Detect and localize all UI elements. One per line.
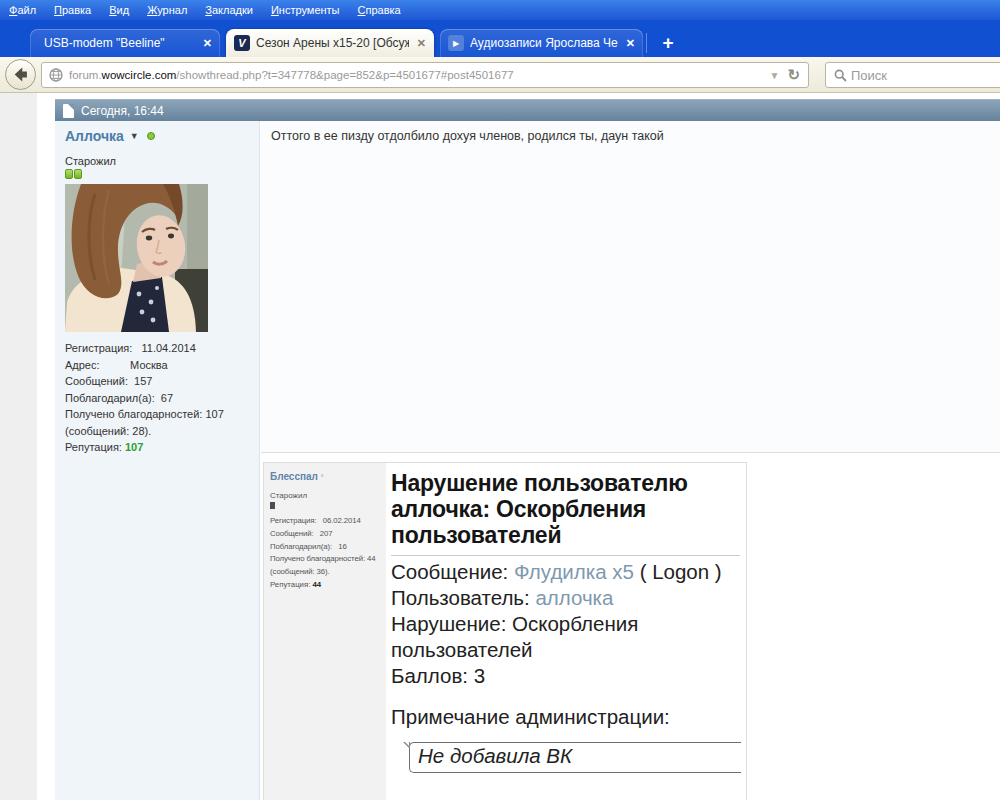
menu-bar: Файл Правка Вид Журнал Закладки Инструме… xyxy=(0,0,1000,20)
tab-season-arena[interactable]: V Сезон Арены x15-20 [Обсуж... ✕ xyxy=(226,29,434,57)
audio-favicon: ▶ xyxy=(448,35,464,51)
author-avatar[interactable] xyxy=(65,184,208,332)
url-dropdown-icon[interactable]: ▼ xyxy=(764,70,786,81)
quote-tail-icon xyxy=(403,742,410,749)
screenshot-author-column: Блесспал ° Старожил Регистрация: 06.02.2… xyxy=(264,463,386,800)
screenshot-badge-icon xyxy=(270,502,275,509)
tab-close-icon[interactable]: ✕ xyxy=(203,37,212,50)
tab-separator xyxy=(646,33,647,53)
divider xyxy=(391,555,740,556)
address-bar[interactable]: forum.wowcircle.com/showthread.php?t=347… xyxy=(41,62,809,88)
violation-details: Сообщение: Флудилка x5 ( Logon ) Пользов… xyxy=(391,559,740,689)
back-button[interactable] xyxy=(5,59,36,90)
post-date: Сегодня, 16:44 xyxy=(81,104,164,118)
tab-bar: USB-modem "Beeline" ✕ V Сезон Арены x15-… xyxy=(0,20,1000,57)
search-icon xyxy=(834,69,847,82)
site-globe-icon xyxy=(49,68,63,82)
post-text: Оттого в ее пизду отдолбило дохуя членов… xyxy=(261,121,1000,453)
post-author-sidebar: Аллочка ▼ Старожил xyxy=(55,121,260,800)
admin-note-label: Примечание администрации: xyxy=(391,705,740,729)
back-arrow-icon xyxy=(10,64,31,85)
menu-bookmarks[interactable]: Закладки xyxy=(196,0,262,20)
browser-window: Файл Правка Вид Журнал Закладки Инструме… xyxy=(0,0,1000,800)
forum-page: Сегодня, 16:44 Аллочка ▼ Старожил xyxy=(0,93,1000,800)
navigation-toolbar: forum.wowcircle.com/showthread.php?t=347… xyxy=(0,57,1000,93)
menu-help[interactable]: Справка xyxy=(349,0,410,20)
violation-heading: Нарушение пользователю аллочка: Оскорбле… xyxy=(391,470,740,548)
screenshot-username: Блесспал ° xyxy=(270,471,380,482)
menu-file[interactable]: Файл xyxy=(0,0,45,20)
tab-close-icon[interactable]: ✕ xyxy=(626,37,635,50)
search-placeholder: Поиск xyxy=(851,68,887,83)
menu-history[interactable]: Журнал xyxy=(138,0,196,20)
reputation-pip-icon xyxy=(74,169,82,179)
violation-screenshot-image: Блесспал ° Старожил Регистрация: 06.02.2… xyxy=(263,462,747,800)
reputation-badges xyxy=(65,169,249,179)
tab-usb-modem[interactable]: USB-modem "Beeline" ✕ xyxy=(30,29,220,57)
reputation-pip-icon xyxy=(65,169,73,179)
user-link: аллочка xyxy=(535,586,613,609)
admin-note-box: Не добавила ВК xyxy=(409,742,741,773)
author-rank: Старожил xyxy=(65,155,249,167)
reload-icon[interactable]: ↻ xyxy=(785,66,808,84)
screenshot-content: Нарушение пользователю аллочка: Оскорбле… xyxy=(386,463,746,800)
menu-edit[interactable]: Правка xyxy=(45,0,100,20)
user-menu-caret-icon[interactable]: ▼ xyxy=(130,131,139,141)
screenshot-author-stats: Регистрация: 06.02.2014 Сообщений: 207 П… xyxy=(270,515,380,579)
new-tab-button[interactable]: + xyxy=(656,31,680,55)
wowcircle-favicon: V xyxy=(234,35,250,51)
post-date-header: Сегодня, 16:44 xyxy=(55,99,1000,121)
tab-audio[interactable]: ▶ Аудиозаписи Ярослава Чеб... ✕ xyxy=(440,29,643,57)
author-reputation: Репутация: 107 xyxy=(65,439,249,456)
search-box[interactable]: Поиск xyxy=(825,62,1000,88)
author-stats: Регистрация: 11.04.2014 Адрес: Москва Со… xyxy=(65,340,249,439)
author-username-link[interactable]: Аллочка xyxy=(65,128,124,144)
url-text: forum.wowcircle.com/showthread.php?t=347… xyxy=(69,69,764,81)
admin-note-text: Не добавила ВК xyxy=(418,744,572,767)
thread-link: Флудилка x5 xyxy=(514,560,634,583)
menu-tools[interactable]: Инструменты xyxy=(262,0,349,20)
tab-close-icon[interactable]: ✕ xyxy=(417,37,426,50)
menu-view[interactable]: Вид xyxy=(100,0,138,20)
online-status-icon xyxy=(147,132,155,140)
screenshot-author-reputation: Репутация: 44 xyxy=(270,580,380,589)
post-icon xyxy=(63,104,74,118)
